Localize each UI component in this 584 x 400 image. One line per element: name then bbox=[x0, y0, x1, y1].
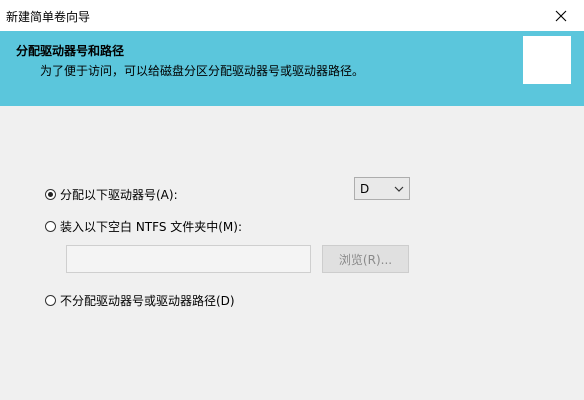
wizard-header-image bbox=[523, 36, 571, 84]
radio-assign-drive-letter-label: 分配以下驱动器号(A): bbox=[60, 188, 178, 202]
wizard-header: 分配驱动器号和路径 为了便于访问，可以给磁盘分区分配驱动器号或驱动器路径。 bbox=[0, 31, 584, 106]
window-title: 新建简单卷向导 bbox=[6, 10, 91, 24]
radio-assign-drive-letter[interactable]: 分配以下驱动器号(A): bbox=[45, 186, 178, 203]
browse-button[interactable]: 浏览(R)... bbox=[322, 245, 409, 273]
radio-no-drive-letter[interactable]: 不分配驱动器号或驱动器路径(D) bbox=[45, 292, 235, 309]
header-description: 为了便于访问，可以给磁盘分区分配驱动器号或驱动器路径。 bbox=[40, 64, 365, 78]
folder-path-input[interactable] bbox=[66, 245, 311, 273]
radio-no-drive-letter-label: 不分配驱动器号或驱动器路径(D) bbox=[60, 294, 235, 308]
radio-mount-ntfs-folder[interactable]: 装入以下空白 NTFS 文件夹中(M): bbox=[45, 218, 242, 235]
radio-button[interactable] bbox=[45, 221, 56, 232]
drive-letter-value: D bbox=[360, 181, 370, 196]
radio-mount-ntfs-folder-label: 装入以下空白 NTFS 文件夹中(M): bbox=[60, 220, 243, 234]
header-title: 分配驱动器号和路径 bbox=[16, 44, 125, 58]
wizard-window: 新建简单卷向导 分配驱动器号和路径 为了便于访问，可以给磁盘分区分配驱动器号或驱… bbox=[0, 0, 584, 400]
radio-button[interactable] bbox=[45, 295, 56, 306]
drive-letter-select[interactable]: D bbox=[354, 177, 410, 200]
close-button[interactable] bbox=[538, 0, 584, 31]
radio-button-checked[interactable] bbox=[45, 189, 56, 200]
chevron-down-icon bbox=[394, 186, 409, 192]
close-icon bbox=[555, 10, 567, 22]
title-bar: 新建简单卷向导 bbox=[0, 0, 584, 32]
